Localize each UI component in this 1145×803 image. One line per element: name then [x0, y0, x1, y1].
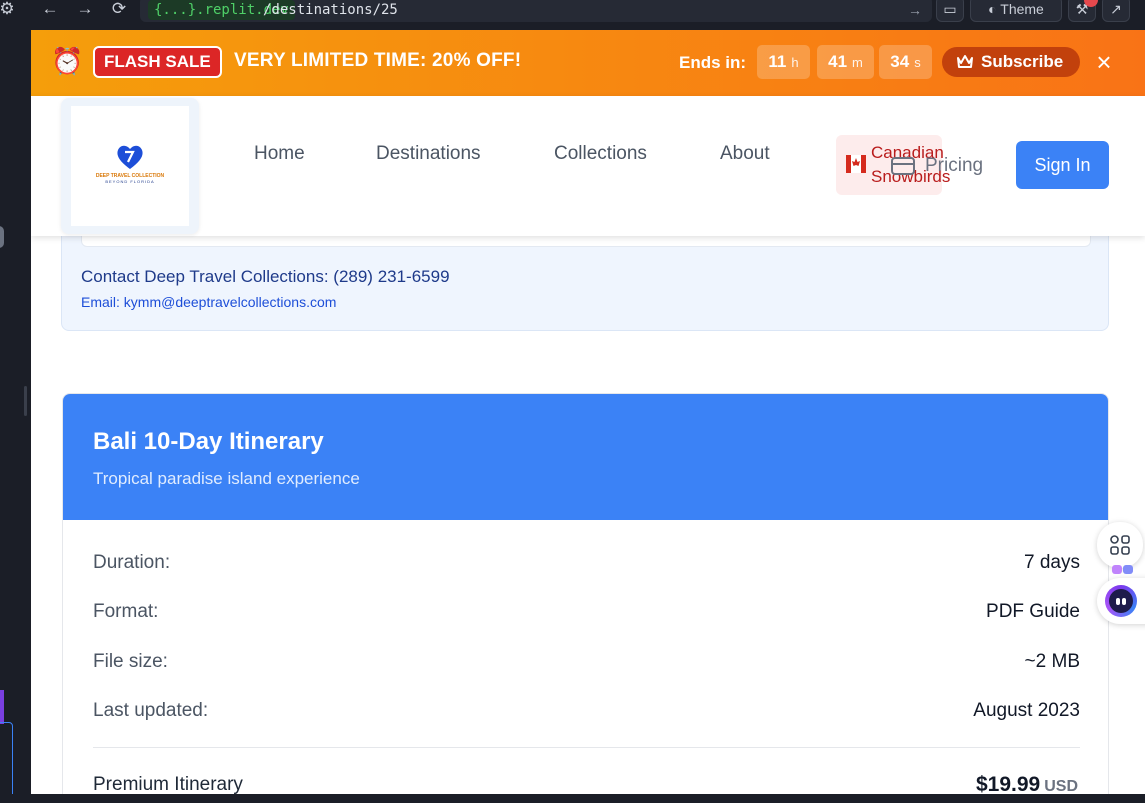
site-header: DEEP TRAVEL COLLECTION BEYOND FLORIDA Ho… [31, 96, 1145, 236]
go-arrow-icon[interactable]: → [908, 0, 922, 20]
heart-logo-icon [117, 145, 143, 169]
itinerary-title: Bali 10-Day Itinerary [93, 428, 324, 455]
minutes-value: 41 [828, 52, 848, 71]
back-icon[interactable]: ← [39, 0, 61, 20]
seconds-value: 34 [890, 52, 910, 71]
alarm-clock-icon: ⏰ [51, 46, 84, 76]
price-currency: USD [1044, 778, 1078, 794]
detail-value: PDF Guide [986, 601, 1080, 622]
minutes-unit: m [852, 55, 863, 70]
browser-toolbar: ⚙ ← → ⟳ {...}.replit.dev /destinations/2… [0, 0, 1145, 30]
credit-card-icon [891, 157, 915, 175]
device-preview-icon[interactable]: ▭ [936, 0, 964, 22]
flash-sale-banner: ⏰ FLASH SALE VERY LIMITED TIME: 20% OFF!… [31, 30, 1145, 96]
seconds-unit: s [914, 55, 921, 70]
devtools-icon[interactable]: ⚒ [1068, 0, 1098, 22]
itinerary-subtitle: Tropical paradise island experience [93, 469, 360, 488]
detail-row-duration: Duration: 7 days [93, 550, 1080, 576]
page-viewport: ⏰ FLASH SALE VERY LIMITED TIME: 20% OFF!… [31, 30, 1145, 794]
grid-icon [1110, 535, 1130, 555]
countdown-hours: 11 h [757, 45, 810, 79]
nav-destinations[interactable]: Destinations [376, 142, 481, 166]
flash-sale-badge: FLASH SALE [93, 46, 222, 78]
extension-icon[interactable]: ⚙ [0, 0, 18, 20]
side-accent [0, 690, 4, 724]
pricing-label: Pricing [925, 155, 984, 176]
detail-value: ~2 MB [1024, 651, 1080, 672]
logo-image: DEEP TRAVEL COLLECTION BEYOND FLORIDA [71, 106, 189, 226]
hours-value: 11 [768, 52, 787, 71]
itinerary-card: Bali 10-Day Itinerary Tropical paradise … [62, 393, 1109, 794]
contact-phone: Contact Deep Travel Collections: (289) 2… [81, 267, 450, 286]
detail-label: Duration: [93, 552, 171, 573]
detail-row-file-size: File size: ~2 MB [93, 649, 1080, 675]
detail-row-last-updated: Last updated: August 2023 [93, 698, 1080, 724]
countdown-minutes: 41 m [817, 45, 874, 79]
subscribe-label: Subscribe [981, 52, 1064, 71]
theme-button[interactable]: ◐ Theme [970, 0, 1062, 22]
detail-value: 7 days [1024, 552, 1080, 573]
sign-in-button[interactable]: Sign In [1016, 141, 1109, 189]
logo-tagline: BEYOND FLORIDA [105, 179, 155, 184]
detail-row-format: Format: PDF Guide [93, 599, 1080, 625]
canada-flag-icon [846, 155, 866, 173]
countdown-seconds: 34 s [879, 45, 932, 79]
theme-label: Theme [1000, 1, 1044, 17]
detail-label: Last updated: [93, 700, 209, 721]
notification-badge [1084, 0, 1098, 7]
contact-email[interactable]: Email: kymm@deeptravelcollections.com [81, 293, 336, 311]
price-amount: $19.99 [975, 773, 1041, 794]
logo[interactable]: DEEP TRAVEL COLLECTION BEYOND FLORIDA [61, 98, 199, 234]
side-focus-box [0, 722, 13, 803]
palette-icon: ◐ [988, 1, 997, 17]
bottom-edge [0, 794, 1145, 803]
crown-icon [957, 55, 973, 68]
detail-value: August 2023 [973, 700, 1080, 721]
itinerary-header: Bali 10-Day Itinerary Tropical paradise … [63, 394, 1108, 520]
divider [93, 747, 1080, 748]
price: $19.99 USD [976, 772, 1078, 794]
nav-home[interactable]: Home [254, 142, 305, 166]
detail-label: File size: [93, 651, 168, 672]
subscribe-button[interactable]: Subscribe [942, 47, 1080, 77]
reload-icon[interactable]: ⟳ [108, 0, 130, 20]
hours-unit: h [791, 55, 799, 70]
nav-about[interactable]: About [720, 142, 770, 166]
open-external-icon[interactable]: ↗ [1102, 0, 1130, 22]
assistant-face-icon [1109, 589, 1133, 613]
forward-icon[interactable]: → [74, 0, 96, 20]
panel-handle[interactable] [0, 226, 4, 248]
flash-headline: VERY LIMITED TIME: 20% OFF! [234, 50, 522, 71]
side-panel-edge [0, 30, 31, 803]
nav-collections[interactable]: Collections [554, 142, 647, 166]
detail-label: Format: [93, 601, 159, 622]
bubble-icon [1112, 565, 1133, 574]
url-path: /destinations/25 [263, 2, 398, 18]
premium-label: Premium Itinerary [93, 774, 243, 794]
close-icon[interactable]: × [1095, 47, 1113, 77]
assistant-widget-button[interactable] [1097, 578, 1145, 624]
resize-handle[interactable] [24, 386, 27, 416]
countdown-label: Ends in: [679, 53, 747, 72]
address-bar[interactable]: {...}.replit.dev /destinations/25 → [140, 0, 932, 22]
